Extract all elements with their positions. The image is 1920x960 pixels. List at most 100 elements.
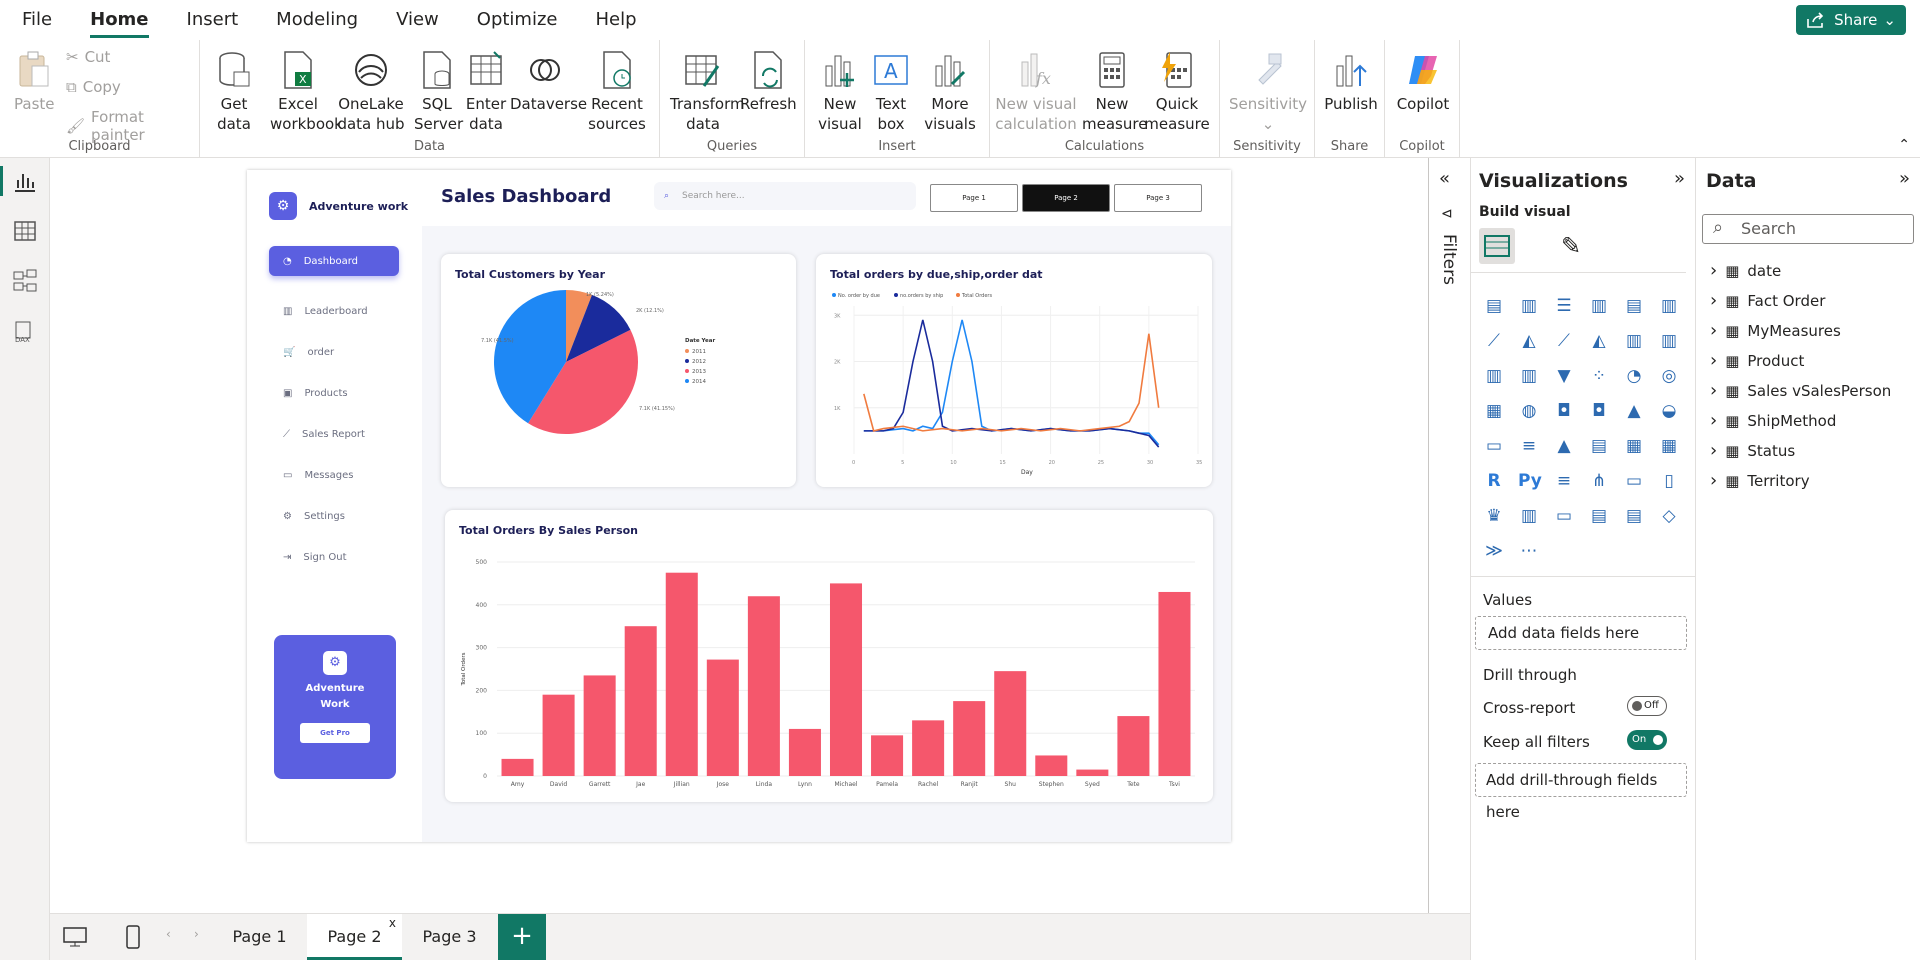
field-table-item[interactable]: › ▦ ShipMethod [1710, 410, 1836, 431]
visual-type-icon[interactable]: ◭ [1518, 331, 1540, 353]
collapse-ribbon-icon[interactable]: ⌃ [1898, 137, 1910, 153]
menu-help[interactable]: Help [596, 0, 637, 40]
bar-chart-card[interactable]: Total Orders By Sales Person 0 100 200 300 4… [445, 510, 1213, 802]
add-page-button[interactable]: + [498, 914, 546, 960]
nav-order[interactable]: 🛒 order [269, 337, 399, 367]
visual-type-icon[interactable]: ◘ [1588, 401, 1610, 423]
prev-page-icon[interactable]: ‹ [166, 927, 171, 941]
onelake-button[interactable]: OneLake data hub [336, 50, 406, 134]
nav-sign-out[interactable]: ⇥ Sign Out [269, 542, 399, 572]
visual-type-icon[interactable]: ⟋ [1553, 331, 1575, 353]
visual-type-icon[interactable]: ▥ [1623, 331, 1645, 353]
visual-type-icon[interactable]: ⁘ [1588, 366, 1610, 388]
visual-type-icon[interactable]: ▥ [1483, 366, 1505, 388]
visual-type-icon[interactable]: ◭ [1588, 331, 1610, 353]
quick-measure-button[interactable]: Quick measure [1144, 50, 1210, 134]
visual-type-icon[interactable]: ▤ [1588, 436, 1610, 458]
publish-button[interactable]: Publish [1323, 50, 1379, 114]
dataverse-button[interactable]: Dataverse [510, 50, 587, 114]
visual-type-icon[interactable]: ▥ [1518, 296, 1540, 318]
visual-type-icon[interactable]: ▲ [1553, 436, 1575, 458]
visual-type-icon[interactable]: ⟋ [1483, 331, 1505, 353]
page-tab-1[interactable]: Page 1 [212, 914, 307, 960]
field-table-item[interactable]: › ▦ Status [1710, 440, 1795, 461]
field-table-item[interactable]: › ▦ Sales vSalesPerson [1710, 380, 1891, 401]
visual-type-icon[interactable]: ▦ [1658, 436, 1680, 458]
visual-type-icon[interactable]: ≡ [1553, 471, 1575, 493]
page-2-button[interactable]: Page 2 [1022, 184, 1110, 212]
share-button[interactable]: Share ⌄ [1796, 5, 1906, 35]
nav-settings[interactable]: ⚙ Settings [269, 501, 399, 531]
menu-insert[interactable]: Insert [187, 0, 239, 40]
visual-type-icon[interactable]: ◎ [1658, 366, 1680, 388]
visual-type-icon[interactable]: ▯ [1658, 471, 1680, 493]
field-table-item[interactable]: › ▦ Territory [1710, 470, 1810, 491]
visual-type-icon[interactable]: ▤ [1623, 506, 1645, 528]
visual-type-icon[interactable]: ⋔ [1588, 471, 1610, 493]
visual-type-icon[interactable]: Py [1518, 471, 1542, 493]
visual-type-icon[interactable]: ▥ [1518, 506, 1540, 528]
visual-type-icon[interactable]: ◔ [1623, 366, 1645, 388]
visual-type-icon[interactable]: ▭ [1623, 471, 1645, 493]
visual-type-icon[interactable]: ◒ [1658, 401, 1680, 423]
visual-type-icon[interactable]: ▤ [1483, 296, 1505, 318]
dax-query-view-icon[interactable]: DAX [12, 318, 38, 344]
visual-type-icon[interactable]: ▦ [1623, 436, 1645, 458]
get-pro-button[interactable]: Get Pro [300, 723, 370, 743]
format-visual-icon[interactable]: ✎ [1561, 232, 1581, 260]
page-tab-3[interactable]: Page 3 [402, 914, 497, 960]
report-view-icon[interactable] [12, 168, 38, 194]
visual-type-icon[interactable]: ♛ [1483, 506, 1505, 528]
copilot-button[interactable]: Copilot [1393, 50, 1453, 114]
visual-type-icon[interactable]: ▥ [1658, 331, 1680, 353]
visual-type-icon[interactable]: ▭ [1483, 436, 1505, 458]
nav-leaderboard[interactable]: ▥ Leaderboard [269, 296, 399, 326]
visual-type-icon[interactable]: ▥ [1658, 296, 1680, 318]
report-search-input[interactable]: ⌕ Search here... [654, 182, 916, 210]
values-drop-zone[interactable]: Add data fields here [1475, 616, 1687, 650]
page-3-button[interactable]: Page 3 [1114, 184, 1202, 212]
menu-home[interactable]: Home [90, 0, 149, 40]
close-page-icon[interactable]: x [389, 900, 396, 946]
page-tab-2[interactable]: Page 2x [307, 914, 402, 960]
visual-type-icon[interactable]: ◘ [1553, 401, 1575, 423]
new-visual-calculation-button[interactable]: fx New visual calculation [994, 50, 1078, 134]
text-box-button[interactable]: A Text box [869, 50, 913, 134]
line-chart-card[interactable]: Total orders by due,ship,order dat No. o… [816, 254, 1212, 487]
next-page-icon[interactable]: › [194, 927, 199, 941]
visual-type-icon[interactable]: ◇ [1658, 506, 1680, 528]
visual-type-icon[interactable]: ▥ [1588, 296, 1610, 318]
keep-all-filters-toggle[interactable]: On [1627, 730, 1667, 750]
visual-type-icon[interactable]: ▭ [1553, 506, 1575, 528]
menu-view[interactable]: View [396, 0, 439, 40]
pie-chart-card[interactable]: Total Customers by Year 1K (5.24%) 2K (12… [441, 254, 796, 487]
nav-messages[interactable]: ▭ Messages [269, 460, 399, 490]
sensitivity-button[interactable]: Sensitivity ⌄ [1228, 50, 1308, 134]
data-search-input[interactable]: ⌕ Search [1702, 214, 1914, 244]
visual-type-icon[interactable]: ▤ [1623, 296, 1645, 318]
drill-through-drop-zone[interactable]: Add drill-through fields here [1475, 763, 1687, 821]
menu-modeling[interactable]: Modeling [276, 0, 358, 40]
field-table-item[interactable]: › ▦ date [1710, 260, 1781, 281]
visual-type-icon[interactable]: ⋯ [1518, 541, 1540, 563]
sql-server-button[interactable]: SQL Server [414, 50, 463, 134]
visual-type-icon[interactable]: ▼ [1553, 366, 1575, 388]
field-table-item[interactable]: › ▦ MyMeasures [1710, 320, 1841, 341]
refresh-button[interactable]: Refresh [740, 50, 797, 114]
page-1-button[interactable]: Page 1 [930, 184, 1018, 212]
collapse-viz-icon[interactable]: » [1674, 168, 1685, 189]
visual-type-icon[interactable]: ≡ [1518, 436, 1540, 458]
model-view-icon[interactable] [12, 268, 38, 294]
mobile-view-icon[interactable] [124, 924, 142, 950]
excel-button[interactable]: X Excel workbook [270, 50, 343, 134]
visual-type-icon[interactable]: ▤ [1588, 506, 1610, 528]
nav-dashboard[interactable]: ◔ Dashboard [269, 246, 399, 276]
visual-type-icon[interactable]: ▦ [1483, 401, 1505, 423]
visual-type-icon[interactable]: ≫ [1483, 541, 1505, 563]
build-visual-tab[interactable] [1479, 228, 1515, 264]
more-visuals-button[interactable]: More visuals [917, 50, 983, 134]
get-data-button[interactable]: Get data [210, 50, 258, 134]
desktop-view-icon[interactable] [62, 926, 88, 948]
field-table-item[interactable]: › ▦ Fact Order [1710, 290, 1825, 311]
visual-type-icon[interactable]: ☰ [1553, 296, 1575, 318]
